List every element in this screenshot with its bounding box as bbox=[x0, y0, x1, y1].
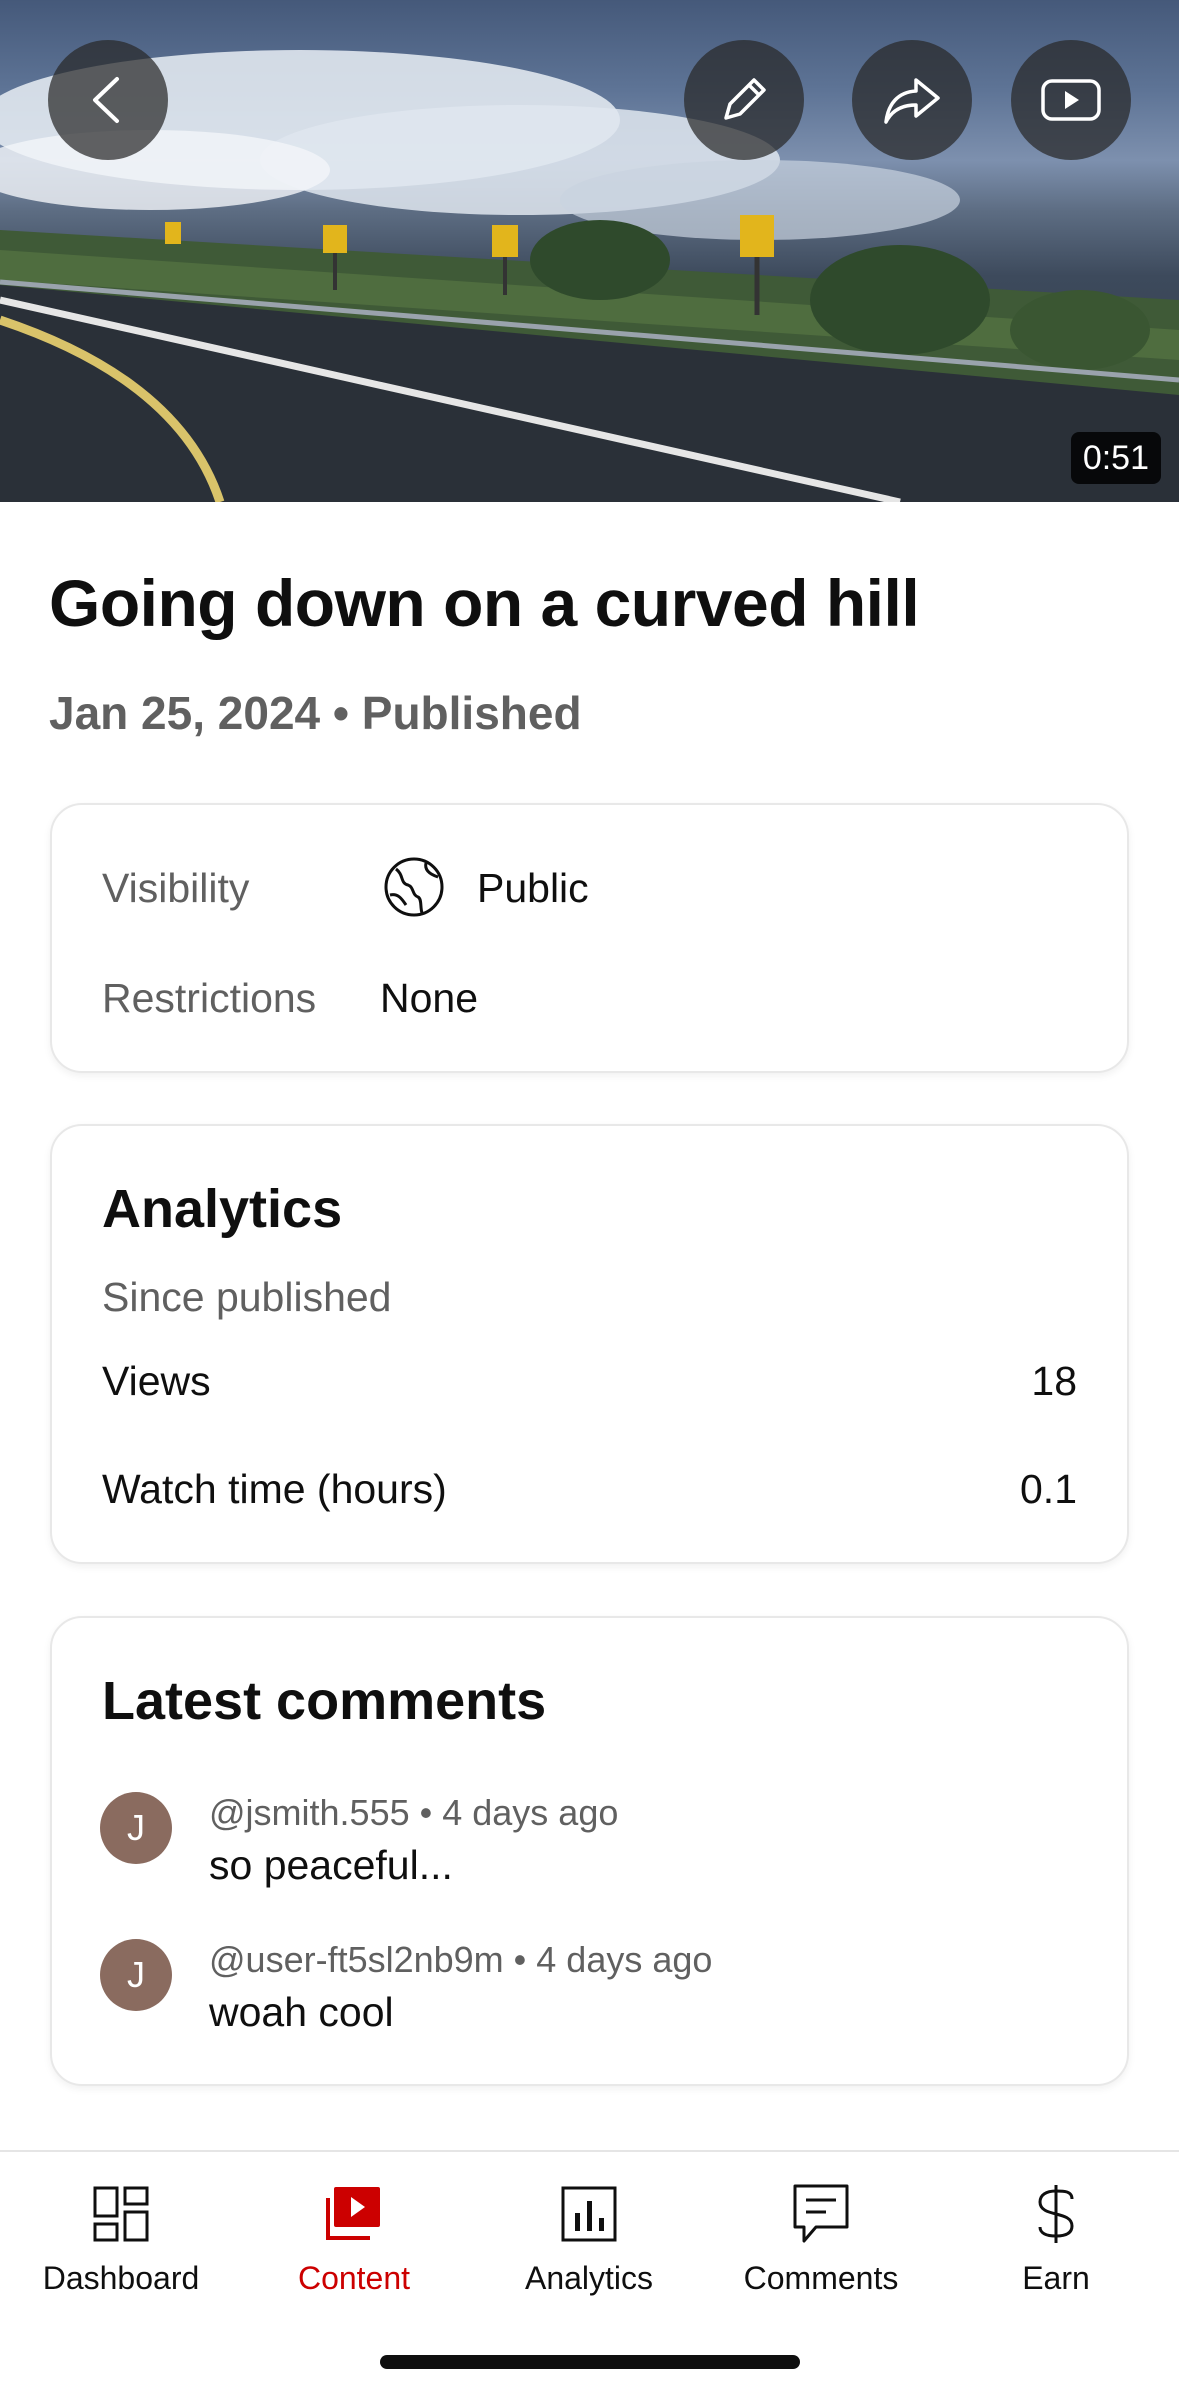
watch-time-label: Watch time (hours) bbox=[102, 1466, 447, 1512]
nav-label: Dashboard bbox=[42, 2260, 200, 2296]
share-button[interactable] bbox=[852, 40, 972, 160]
details-card[interactable]: Visibility Public Restrictions None bbox=[50, 803, 1129, 1073]
nav-comments[interactable]: Comments bbox=[716, 2172, 926, 2302]
video-duration: 0:51 bbox=[1070, 432, 1161, 484]
comment-meta: @jsmith.555 • 4 days ago bbox=[209, 1792, 619, 1833]
comment-text: so peaceful... bbox=[209, 1842, 453, 1888]
restrictions-label: Restrictions bbox=[102, 975, 317, 1021]
nav-label: Comments bbox=[743, 2260, 899, 2296]
watch-time-value: 0.1 bbox=[1020, 1466, 1077, 1512]
content-icon bbox=[322, 2182, 386, 2246]
nav-label: Content bbox=[297, 2260, 411, 2296]
visibility-value: Public bbox=[477, 865, 589, 911]
chevron-left-icon bbox=[93, 77, 119, 123]
avatar: J bbox=[100, 1792, 172, 1864]
video-thumbnail[interactable]: 0:51 bbox=[0, 0, 1179, 502]
share-icon bbox=[884, 78, 940, 124]
watch-on-youtube-button[interactable] bbox=[1011, 40, 1131, 160]
youtube-play-icon bbox=[1041, 79, 1101, 121]
back-button[interactable] bbox=[48, 40, 168, 160]
nav-earn[interactable]: Earn bbox=[951, 2172, 1161, 2302]
comments-icon bbox=[789, 2182, 853, 2246]
dollar-icon bbox=[1024, 2182, 1088, 2246]
views-label: Views bbox=[102, 1358, 211, 1404]
edit-button[interactable] bbox=[684, 40, 804, 160]
comments-heading: Latest comments bbox=[102, 1671, 547, 1731]
nav-label: Analytics bbox=[524, 2260, 654, 2296]
publish-status: Jan 25, 2024 • Published bbox=[49, 687, 582, 739]
nav-dashboard[interactable]: Dashboard bbox=[16, 2172, 226, 2302]
comment-meta: @user-ft5sl2nb9m • 4 days ago bbox=[209, 1939, 713, 1980]
analytics-heading: Analytics bbox=[102, 1179, 343, 1239]
since-published-label: Since published bbox=[102, 1274, 392, 1320]
visibility-label: Visibility bbox=[102, 865, 250, 911]
views-value: 18 bbox=[1031, 1358, 1077, 1404]
nav-content[interactable]: Content bbox=[249, 2172, 459, 2302]
thumbnail-scene bbox=[0, 50, 1179, 502]
globe-icon bbox=[382, 855, 446, 919]
analytics-icon bbox=[557, 2182, 621, 2246]
restrictions-value: None bbox=[380, 975, 479, 1021]
dashboard-icon bbox=[89, 2182, 153, 2246]
home-indicator bbox=[380, 2355, 800, 2369]
avatar: J bbox=[100, 1939, 172, 2011]
analytics-card[interactable]: Analytics Since published Views 18 Watch… bbox=[50, 1124, 1129, 1564]
comment-text: woah cool bbox=[209, 1989, 394, 2035]
latest-comments-card[interactable]: Latest comments J @jsmith.555 • 4 days a… bbox=[50, 1616, 1129, 2086]
nav-label: Earn bbox=[1022, 2260, 1090, 2296]
video-title: Going down on a curved hill bbox=[49, 566, 920, 640]
nav-analytics[interactable]: Analytics bbox=[484, 2172, 694, 2302]
pencil-icon bbox=[724, 78, 766, 120]
